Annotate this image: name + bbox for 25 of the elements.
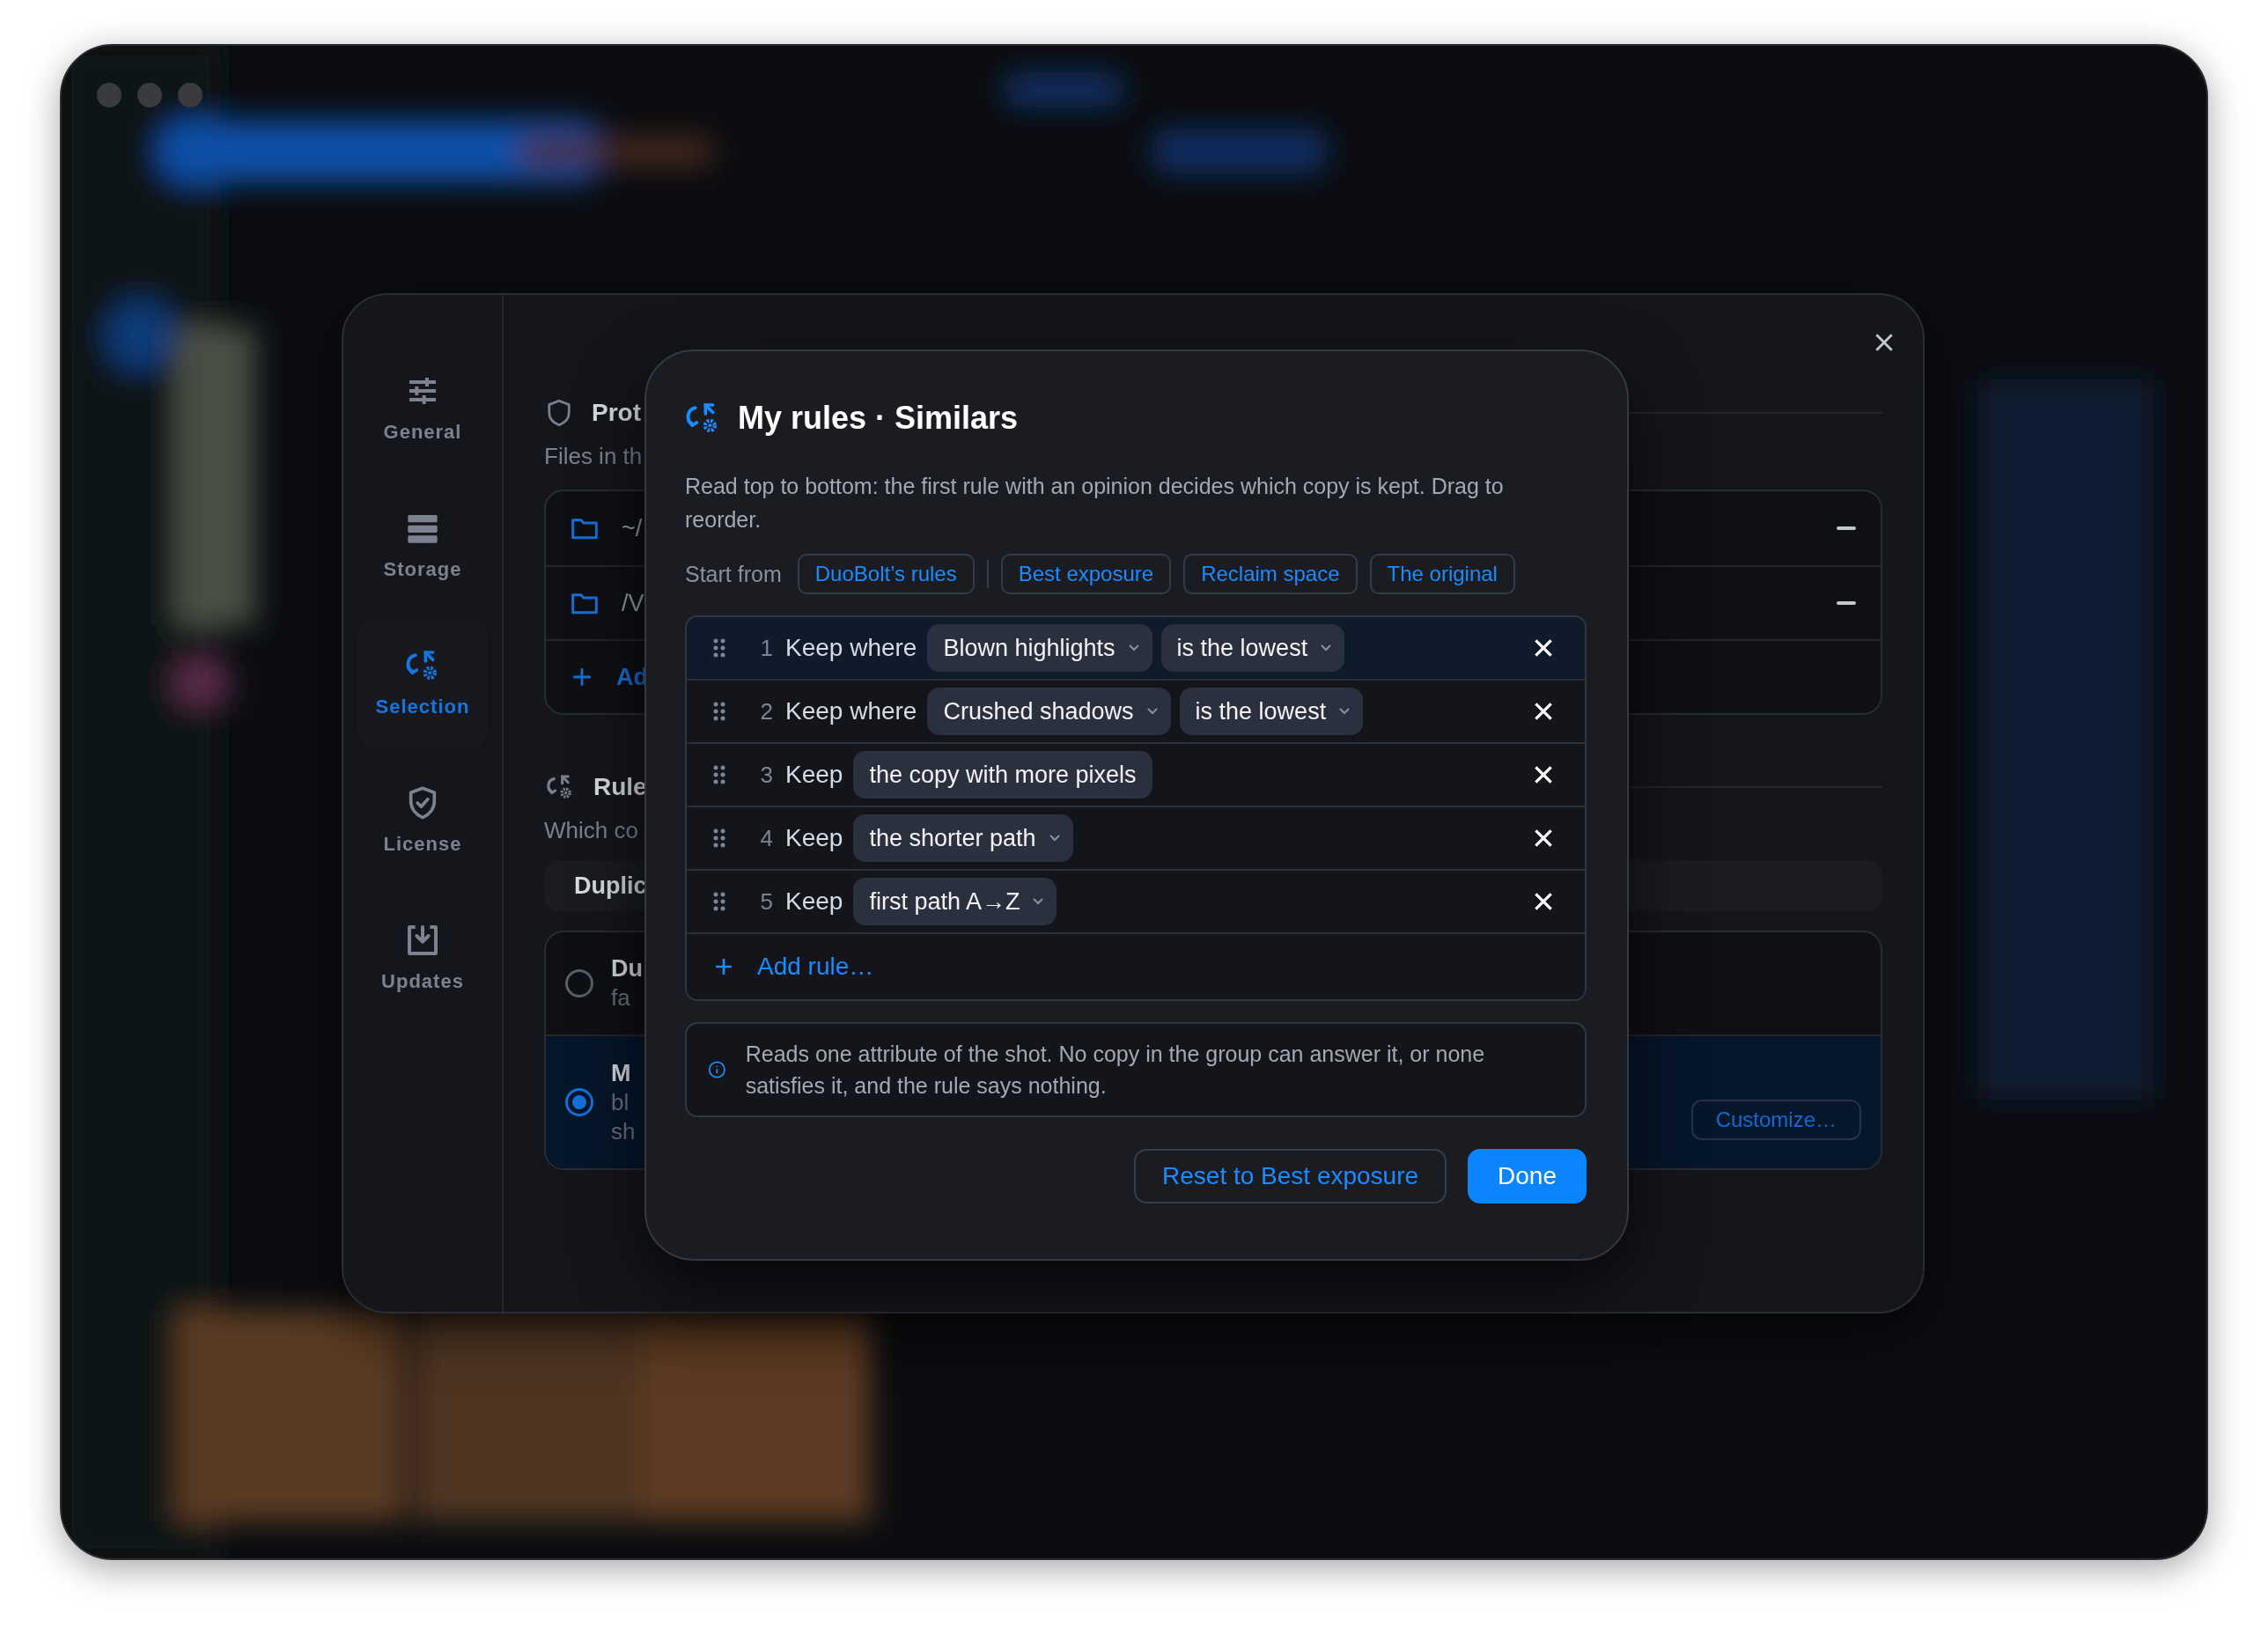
folder-path: /V [622,589,644,617]
info-text: Reads one attribute of the shot. No copy in the group can answer it, or none satisfies it, and the rule says nothing. [745,1041,1486,1100]
section-title: Rule [593,773,647,801]
option-description: bl [611,1088,630,1116]
rule-verb: Keep [785,824,843,852]
rule-verb: Keep [785,887,843,916]
section-subtitle: Files in th [544,443,643,470]
section-title: Prot [592,399,641,427]
option-description: sh [611,1117,636,1145]
option-title: M [611,1059,632,1087]
section-subtitle: Which co [544,817,638,844]
rule-number: 4 [759,824,773,852]
option-title: Du [611,955,643,983]
dialog-description: Read top to bottom: the first rule with an opinion decides which copy is kept. Drag to reorder. [685,473,1505,534]
start-from-label: Start from [685,561,782,587]
option-description: fa [611,984,631,1012]
rule-verb: Keep [785,761,843,789]
dialog-title: My rules · Similars [738,400,1019,437]
rule-number: 5 [759,887,773,916]
rule-number: 1 [759,634,773,662]
rule-number: 2 [759,697,773,725]
folder-path: ~/ [622,514,643,542]
rule-number: 3 [759,761,773,789]
rule-verb: Keep where [785,634,917,662]
rule-verb: Keep where [785,697,917,725]
